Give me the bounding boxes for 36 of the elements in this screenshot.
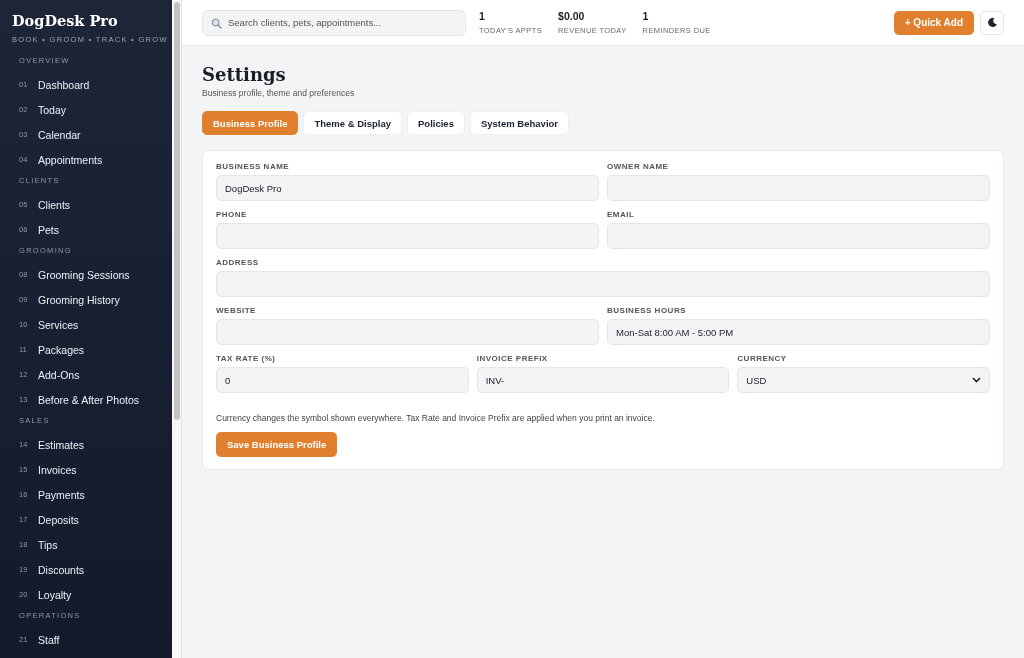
field-label: INVOICE PREFIX xyxy=(476,354,549,363)
field-label: BUSINESS NAME xyxy=(216,162,291,171)
search-field[interactable]: Search clients, pets, appointments... xyxy=(202,9,466,36)
page-title: Settings xyxy=(202,64,287,85)
text-field[interactable] xyxy=(607,223,990,249)
text-field[interactable]: INV- xyxy=(476,367,730,393)
tab[interactable]: System Behavior xyxy=(469,111,570,135)
help-text: Currency changes the symbol shown everywhere. Tax Rate and Invoice Prefix are applied when you print an invoice. xyxy=(216,413,656,423)
field-label: EMAIL xyxy=(607,210,636,219)
text-field[interactable] xyxy=(216,223,599,249)
select-field[interactable]: USD xyxy=(737,367,990,393)
field-label: PHONE xyxy=(216,210,248,219)
stat-value: 1 xyxy=(642,10,650,22)
stat-value: 1 xyxy=(479,10,486,22)
field-label: CURRENCY xyxy=(737,354,788,363)
text-field[interactable] xyxy=(216,319,599,345)
scrollbar[interactable] xyxy=(172,0,182,658)
text-field[interactable]: 0 xyxy=(216,367,469,393)
chevron-down-icon xyxy=(972,377,981,383)
scrollbar-thumb[interactable] xyxy=(173,2,180,420)
text-field[interactable]: DogDesk Pro xyxy=(216,175,599,201)
text-field[interactable] xyxy=(216,271,990,297)
text-field[interactable] xyxy=(607,175,990,201)
field-label: BUSINESS HOURS xyxy=(607,306,687,315)
field-label: ADDRESS xyxy=(216,258,260,267)
stat-value: $0.00 xyxy=(558,10,586,22)
text-field[interactable]: Mon-Sat 8:00 AM - 5:00 PM xyxy=(607,319,990,345)
moon-icon xyxy=(986,17,998,28)
page-subtitle: Business profile, theme and preferences xyxy=(202,88,356,98)
tab[interactable]: Theme & Display xyxy=(303,111,402,135)
field-label: OWNER NAME xyxy=(607,162,670,171)
tab[interactable]: Policies xyxy=(407,111,465,135)
theme-toggle-button[interactable] xyxy=(980,10,1004,35)
brand-name: DogDesk Pro xyxy=(12,12,119,29)
field-label: WEBSITE xyxy=(216,306,257,315)
field-label: TAX RATE (%) xyxy=(216,354,277,363)
